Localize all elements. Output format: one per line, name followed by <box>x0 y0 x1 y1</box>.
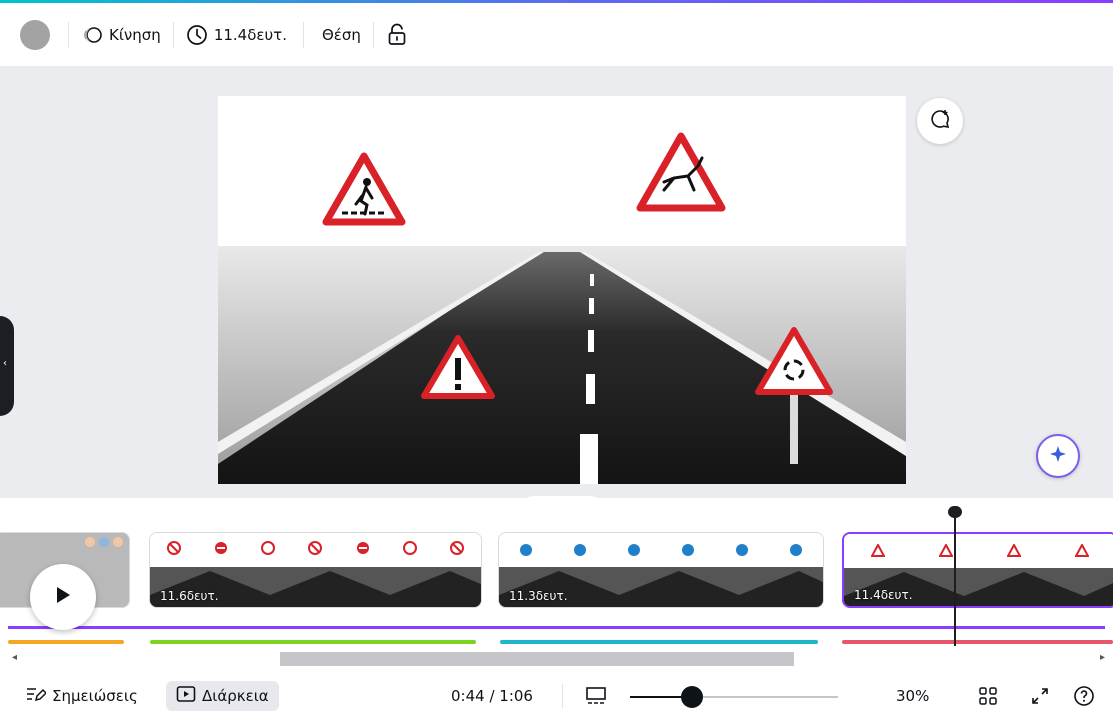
clip-color-bar <box>8 640 124 644</box>
playback-time: 0:44 / 1:06 <box>451 687 533 705</box>
toolbar-divider <box>302 21 304 48</box>
timeline-clip[interactable]: 11.3δευτ. <box>498 532 824 608</box>
position-label: Θέση <box>321 25 361 44</box>
no-entry-thumb-icon <box>166 541 181 555</box>
motion-icon <box>81 24 103 46</box>
pedestrian-crossing-sign-icon[interactable] <box>322 152 406 226</box>
clip-duration-label: 11.6δευτ. <box>160 589 219 603</box>
timeline-clip-selected[interactable]: 11.4δευτ. <box>842 532 1113 608</box>
side-panel-toggle[interactable]: ‹ <box>0 316 14 416</box>
comment-plus-icon <box>929 108 951 134</box>
scroll-right-arrow[interactable]: ▸ <box>1100 652 1105 663</box>
timeline-scrollbar[interactable]: ◂ ▸ <box>8 648 1105 666</box>
add-comment-button[interactable] <box>917 98 963 144</box>
warning-triangle-thumb-icon <box>939 544 953 557</box>
canvas-area: ‹ <box>0 66 1113 498</box>
clip-color-bar <box>500 640 818 644</box>
no-entry-thumb-icon <box>308 541 323 555</box>
playhead[interactable] <box>954 512 956 646</box>
clip-color-bar <box>842 640 1113 644</box>
lock-button[interactable] <box>386 17 408 53</box>
wild-animals-sign-icon[interactable] <box>636 132 726 212</box>
motion-button[interactable]: Κίνηση <box>81 17 161 53</box>
duration-toggle-button[interactable]: Διάρκεια <box>166 681 279 711</box>
sparkle-icon <box>1048 444 1068 468</box>
notes-button[interactable]: Σημειώσεις <box>26 685 138 707</box>
toolbar-divider <box>172 21 174 48</box>
timeline-clip[interactable]: 11.6δευτ. <box>149 532 482 608</box>
audio-track-line <box>8 626 1105 629</box>
duration-label: 11.4δευτ. <box>213 25 287 44</box>
page-view-icon[interactable] <box>585 686 607 710</box>
help-icon[interactable] <box>1073 685 1095 711</box>
notes-icon <box>26 685 48 707</box>
warning-triangle-thumb-icon <box>1007 544 1021 557</box>
editor-toolbar: Κίνηση 11.4δευτ. Θέση <box>0 3 1113 66</box>
toolbar-divider <box>372 21 374 48</box>
roundabout-sign-icon[interactable] <box>754 326 834 466</box>
timeline: 11.6δευτ. 11.3δευτ. 11.4δευτ. ◂ ▸ <box>0 498 1113 674</box>
scrollbar-thumb[interactable] <box>280 652 794 666</box>
bottom-divider <box>562 684 563 708</box>
clip-duration-label: 11.4δευτ. <box>854 588 913 602</box>
motion-label: Κίνηση <box>109 25 161 44</box>
warning-triangle-thumb-icon <box>871 544 885 557</box>
bottom-bar: Σημειώσεις Διάρκεια 0:44 / 1:06 30% <box>0 676 1113 716</box>
warning-sign-icon[interactable] <box>420 334 496 400</box>
grid-view-icon[interactable] <box>978 686 998 710</box>
clock-icon <box>186 24 208 46</box>
zoom-slider-handle[interactable] <box>681 686 704 708</box>
zoom-percentage[interactable]: 30% <box>896 687 929 705</box>
play-icon <box>54 585 72 609</box>
info-sign-thumb-icon <box>628 544 640 556</box>
info-sign-thumb-icon <box>790 544 802 556</box>
info-sign-thumb-icon <box>520 544 532 556</box>
no-entry-thumb-icon <box>261 541 276 555</box>
scroll-left-arrow[interactable]: ◂ <box>12 652 17 663</box>
magic-assistant-button[interactable] <box>1036 434 1080 478</box>
color-swatch-button[interactable] <box>20 19 50 50</box>
duration-button[interactable]: 11.4δευτ. <box>186 17 287 53</box>
info-sign-thumb-icon <box>682 544 694 556</box>
no-entry-thumb-icon <box>356 542 369 554</box>
no-entry-thumb-icon <box>450 541 465 555</box>
info-sign-thumb-icon <box>574 544 586 556</box>
fullscreen-icon[interactable] <box>1030 686 1050 710</box>
warning-triangle-thumb-icon <box>1075 544 1089 557</box>
info-sign-thumb-icon <box>736 544 748 556</box>
play-button[interactable] <box>30 564 96 630</box>
position-button[interactable]: Θέση <box>322 17 361 53</box>
duration-play-icon <box>176 685 196 707</box>
clip-color-bar <box>150 640 476 644</box>
toolbar-divider <box>68 21 69 48</box>
duration-toggle-label: Διάρκεια <box>202 687 269 705</box>
lock-icon <box>386 23 408 47</box>
no-entry-thumb-icon <box>403 541 418 555</box>
no-entry-thumb-icon <box>214 542 227 554</box>
design-page[interactable] <box>218 96 906 484</box>
clip-duration-label: 11.3δευτ. <box>509 589 568 603</box>
notes-label: Σημειώσεις <box>52 687 138 705</box>
